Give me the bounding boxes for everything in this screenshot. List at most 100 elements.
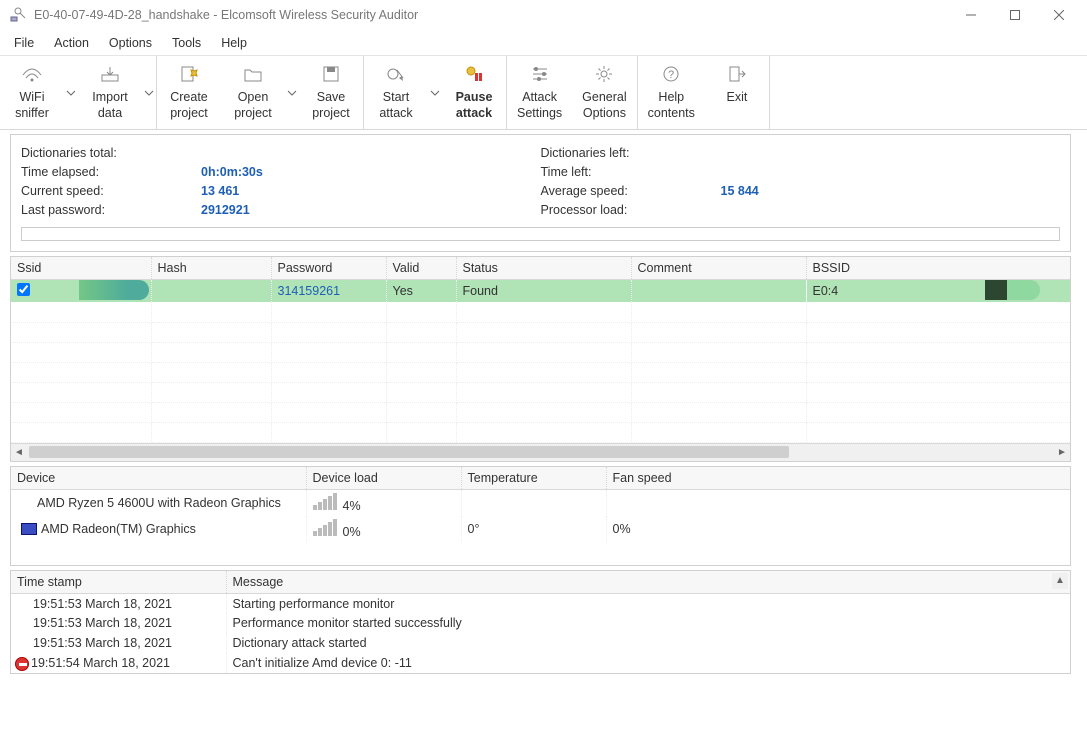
open-project-button[interactable]: Open project: [221, 56, 285, 129]
exit-icon: [728, 62, 746, 86]
svg-text:?: ?: [668, 69, 674, 81]
col-hash[interactable]: Hash: [151, 257, 271, 280]
cell-password: 314159261: [271, 280, 386, 303]
log-panel: ▲ Time stamp Message 19:51:53 March 18, …: [10, 570, 1071, 675]
cell-comment: [631, 280, 806, 303]
toolbar: WiFi sniffer Import data Create project …: [0, 56, 1087, 130]
progress-bar: [21, 227, 1060, 241]
dev-col-load[interactable]: Device load: [306, 467, 461, 490]
last-password-label: Last password:: [21, 203, 201, 217]
close-button[interactable]: [1037, 1, 1081, 29]
log-msg-0: Starting performance monitor: [226, 593, 1070, 613]
menu-bar: File Action Options Tools Help: [0, 30, 1087, 56]
log-scroll-up[interactable]: ▲: [1052, 573, 1068, 589]
save-project-button[interactable]: Save project: [299, 56, 363, 129]
menu-help[interactable]: Help: [211, 30, 257, 55]
col-valid[interactable]: Valid: [386, 257, 456, 280]
device-load-0: 4%: [343, 499, 361, 513]
start-attack-dropdown[interactable]: [428, 56, 442, 129]
title-bar: E0-40-07-49-4D-28_handshake - Elcomsoft …: [0, 0, 1087, 30]
import-icon: [99, 62, 121, 86]
general-options-label: General Options: [582, 90, 626, 121]
app-icon: [10, 6, 26, 25]
log-row[interactable]: 19:51:53 March 18, 2021Starting performa…: [11, 593, 1070, 613]
start-attack-label: Start attack: [379, 90, 412, 121]
help-contents-button[interactable]: ? Help contents: [638, 56, 705, 129]
col-comment[interactable]: Comment: [631, 257, 806, 280]
menu-action[interactable]: Action: [44, 30, 99, 55]
log-ts-2: 19:51:53 March 18, 2021: [11, 633, 226, 653]
time-left-label: Time left:: [541, 165, 721, 179]
start-attack-button[interactable]: Start attack: [364, 56, 428, 129]
dev-col-temp[interactable]: Temperature: [461, 467, 606, 490]
cell-status: Found: [456, 280, 631, 303]
log-ts-1: 19:51:53 March 18, 2021: [11, 613, 226, 633]
open-icon: [243, 62, 263, 86]
open-project-dropdown[interactable]: [285, 56, 299, 129]
attack-settings-label: Attack Settings: [517, 90, 562, 121]
menu-file[interactable]: File: [4, 30, 44, 55]
log-row[interactable]: 19:51:53 March 18, 2021Dictionary attack…: [11, 633, 1070, 653]
device-row[interactable]: AMD Ryzen 5 4600U with Radeon Graphics 4…: [11, 489, 1070, 516]
device-name-1: AMD Radeon(TM) Graphics: [41, 522, 196, 536]
col-password[interactable]: Password: [271, 257, 386, 280]
wifi-sniffer-dropdown[interactable]: [64, 56, 78, 129]
ssid-redacted: [79, 280, 149, 300]
results-table: Ssid Hash Password Valid Status Comment …: [10, 256, 1071, 462]
import-data-label: Import data: [92, 90, 127, 121]
maximize-button[interactable]: [993, 1, 1037, 29]
log-msg-3: Can't initialize Amd device 0: -11: [226, 653, 1070, 673]
table-row[interactable]: 314159261 Yes Found E0:4: [11, 280, 1070, 303]
new-icon: [179, 62, 199, 86]
start-icon: [385, 62, 407, 86]
log-col-ts[interactable]: Time stamp: [11, 571, 226, 594]
avg-speed-value: 15 844: [721, 184, 759, 198]
create-project-button[interactable]: Create project: [157, 56, 221, 129]
col-ssid[interactable]: Ssid: [11, 257, 151, 280]
log-msg-1: Performance monitor started successfully: [226, 613, 1070, 633]
menu-options[interactable]: Options: [99, 30, 162, 55]
help-icon: ?: [662, 62, 680, 86]
log-row[interactable]: 19:51:53 March 18, 2021Performance monit…: [11, 613, 1070, 633]
pause-attack-label: Pause attack: [456, 90, 493, 121]
open-project-label: Open project: [234, 90, 272, 121]
gauge-icon: [313, 493, 337, 510]
cell-valid: Yes: [386, 280, 456, 303]
dict-total-label: Dictionaries total:: [21, 146, 201, 160]
import-data-button[interactable]: Import data: [78, 56, 142, 129]
horizontal-scrollbar[interactable]: ◄ ►: [11, 443, 1070, 461]
import-data-dropdown[interactable]: [142, 56, 156, 129]
minimize-button[interactable]: [949, 1, 993, 29]
col-bssid[interactable]: BSSID: [806, 257, 1070, 280]
wifi-sniffer-button[interactable]: WiFi sniffer: [0, 56, 64, 129]
save-project-label: Save project: [312, 90, 350, 121]
gauge-icon: [313, 519, 337, 536]
cell-hash: [151, 280, 271, 303]
general-options-button[interactable]: General Options: [572, 56, 636, 129]
menu-tools[interactable]: Tools: [162, 30, 211, 55]
dev-col-fan[interactable]: Fan speed: [606, 467, 1070, 490]
log-ts-0: 19:51:53 March 18, 2021: [11, 593, 226, 613]
error-icon: [15, 657, 29, 671]
create-project-label: Create project: [170, 90, 208, 121]
exit-button[interactable]: Exit: [705, 56, 769, 129]
dev-col-device[interactable]: Device: [11, 467, 306, 490]
log-col-msg[interactable]: Message: [226, 571, 1070, 594]
attack-settings-button[interactable]: Attack Settings: [507, 56, 572, 129]
cell-bssid: E0:4: [813, 284, 839, 298]
device-name-0: AMD Ryzen 5 4600U with Radeon Graphics: [37, 496, 281, 510]
proc-load-label: Processor load:: [541, 203, 721, 217]
log-ts-3: 19:51:54 March 18, 2021: [31, 656, 170, 670]
time-elapsed-label: Time elapsed:: [21, 165, 201, 179]
col-status[interactable]: Status: [456, 257, 631, 280]
stats-panel: Dictionaries total: Time elapsed:0h:0m:3…: [10, 134, 1071, 252]
device-row[interactable]: AMD Radeon(TM) Graphics 0% 0° 0%: [11, 516, 1070, 542]
dict-left-label: Dictionaries left:: [541, 146, 721, 160]
row-checkbox[interactable]: [17, 283, 30, 296]
bssid-redacted: [985, 280, 1040, 300]
gear-icon: [595, 62, 613, 86]
pause-attack-button[interactable]: Pause attack: [442, 56, 506, 129]
time-elapsed-value: 0h:0m:30s: [201, 165, 263, 179]
wifi-icon: [21, 62, 43, 86]
log-row[interactable]: 19:51:54 March 18, 2021 Can't initialize …: [11, 653, 1070, 673]
